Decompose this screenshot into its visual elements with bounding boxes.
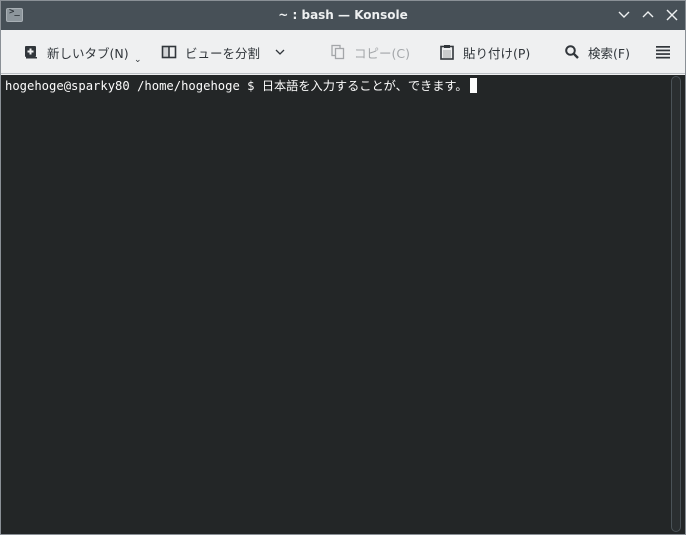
find-label: 検索(F) bbox=[588, 45, 630, 61]
scrollbar[interactable] bbox=[671, 76, 681, 532]
copy-button[interactable]: コピー(C) bbox=[330, 30, 410, 74]
search-icon bbox=[565, 45, 579, 59]
minimize-button[interactable] bbox=[616, 7, 632, 23]
hamburger-menu-icon[interactable] bbox=[655, 44, 671, 60]
split-view-icon bbox=[161, 45, 177, 59]
copy-label: コピー(C) bbox=[354, 45, 410, 61]
close-icon bbox=[666, 9, 678, 21]
paste-button[interactable]: 貼り付け(P) bbox=[439, 30, 530, 74]
window-title: ~ : bash — Konsole bbox=[278, 8, 408, 22]
chevron-down-icon bbox=[618, 11, 630, 18]
paste-icon bbox=[440, 45, 454, 60]
terminal-input-text: 日本語を入力することが、できます。 bbox=[261, 79, 468, 93]
shell-prompt: hogehoge@sparky80 /home/hogehoge $ bbox=[5, 79, 262, 93]
maximize-button[interactable] bbox=[640, 7, 656, 23]
terminal-view[interactable]: hogehoge@sparky80 /home/hogehoge $ 日本語を入… bbox=[1, 75, 685, 534]
new-tab-button[interactable]: 新しいタブ(N) bbox=[23, 30, 129, 74]
konsole-window: >_ ~ : bash — Konsole 新しいタブ(N) ⌄ ビューを分割 … bbox=[0, 0, 686, 535]
paste-label: 貼り付け(P) bbox=[463, 45, 531, 61]
new-tab-dropdown-icon[interactable]: ⌄ bbox=[134, 55, 142, 65]
copy-icon bbox=[331, 44, 345, 60]
text-cursor bbox=[469, 78, 477, 93]
new-tab-icon bbox=[25, 46, 37, 59]
split-view-button[interactable]: ビューを分割 bbox=[161, 30, 260, 74]
chevron-down-icon[interactable] bbox=[274, 46, 286, 58]
split-view-label: ビューを分割 bbox=[185, 45, 261, 61]
new-tab-label: 新しいタブ(N) bbox=[47, 45, 129, 61]
terminal-line: hogehoge@sparky80 /home/hogehoge $ 日本語を入… bbox=[5, 78, 477, 94]
chevron-up-icon bbox=[642, 11, 654, 18]
toolbar: 新しいタブ(N) ⌄ ビューを分割 コピー(C) 貼り付け(P) 検索(F) bbox=[1, 30, 685, 74]
title-bar[interactable]: >_ ~ : bash — Konsole bbox=[1, 1, 685, 30]
close-button[interactable] bbox=[664, 7, 680, 23]
find-button[interactable]: 検索(F) bbox=[564, 30, 630, 74]
